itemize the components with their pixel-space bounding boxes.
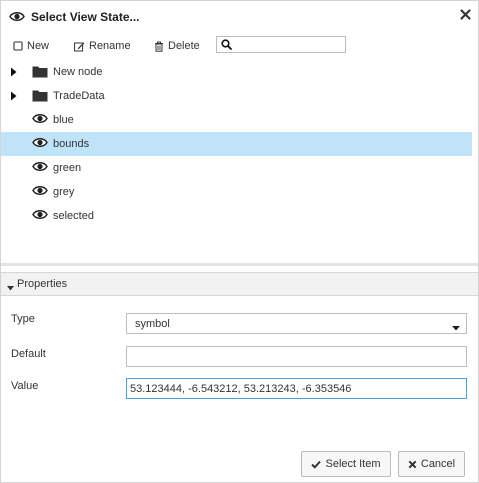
folder-icon bbox=[32, 89, 48, 105]
tree-item-tradedata[interactable]: TradeData bbox=[1, 84, 472, 108]
type-label: Type bbox=[11, 313, 35, 325]
eye-icon bbox=[9, 11, 25, 25]
type-select-value: symbol bbox=[135, 318, 170, 330]
expand-arrow-icon[interactable] bbox=[10, 91, 17, 104]
edit-icon bbox=[74, 42, 85, 51]
select-item-button[interactable]: Select Item bbox=[301, 451, 391, 477]
value-input[interactable] bbox=[127, 379, 466, 398]
dropdown-arrow-icon bbox=[452, 322, 460, 334]
tree-item-label: selected bbox=[53, 210, 94, 222]
select-view-state-dialog: Select View State... New Rename Delete N… bbox=[0, 0, 479, 483]
view-state-tree: New node TradeData blue bounds green gre… bbox=[1, 59, 478, 259]
select-item-label: Select Item bbox=[325, 458, 381, 470]
value-label: Value bbox=[11, 380, 39, 392]
eye-icon bbox=[32, 209, 48, 223]
new-file-icon bbox=[13, 41, 23, 51]
new-button[interactable]: New bbox=[13, 38, 49, 54]
type-select[interactable]: symbol bbox=[126, 313, 467, 334]
toolbar: New Rename Delete bbox=[1, 35, 478, 57]
eye-icon bbox=[32, 137, 48, 151]
expand-arrow-icon[interactable] bbox=[10, 67, 17, 80]
close-icon[interactable] bbox=[460, 9, 474, 23]
collapse-caret-icon bbox=[7, 282, 14, 294]
tree-item-label: TradeData bbox=[53, 90, 105, 102]
rename-button-label: Rename bbox=[89, 40, 131, 52]
eye-icon bbox=[32, 161, 48, 175]
tree-item-grey[interactable]: grey bbox=[1, 180, 472, 204]
folder-icon bbox=[32, 65, 48, 81]
tree-item-label: blue bbox=[53, 114, 74, 126]
delete-button[interactable]: Delete bbox=[154, 38, 200, 54]
search-box bbox=[216, 36, 346, 53]
default-field bbox=[126, 346, 467, 367]
dialog-title: Select View State... bbox=[31, 10, 140, 24]
tree-item-label: New node bbox=[53, 66, 103, 78]
tree-item-green[interactable]: green bbox=[1, 156, 472, 180]
cancel-label: Cancel bbox=[420, 458, 456, 470]
search-input[interactable] bbox=[235, 38, 343, 51]
delete-button-label: Delete bbox=[168, 40, 200, 52]
trash-icon bbox=[155, 41, 163, 52]
tree-item-label: green bbox=[53, 162, 82, 174]
check-icon bbox=[311, 460, 322, 469]
properties-section-header[interactable]: Properties bbox=[1, 272, 478, 296]
rename-button[interactable]: Rename bbox=[74, 38, 131, 54]
tree-item-new-node[interactable]: New node bbox=[1, 60, 472, 84]
panel-splitter[interactable] bbox=[1, 263, 478, 266]
cancel-button[interactable]: Cancel bbox=[398, 451, 465, 477]
properties-header-label: Properties bbox=[17, 278, 68, 290]
eye-icon bbox=[32, 113, 48, 127]
tree-item-selected[interactable]: selected bbox=[1, 204, 472, 228]
tree-item-blue[interactable]: blue bbox=[1, 108, 472, 132]
dialog-titlebar: Select View State... bbox=[1, 1, 478, 33]
close-icon bbox=[408, 460, 417, 468]
value-field bbox=[126, 378, 467, 399]
eye-icon bbox=[32, 185, 48, 199]
new-button-label: New bbox=[27, 40, 50, 52]
search-icon bbox=[221, 39, 232, 50]
tree-item-label: bounds bbox=[53, 138, 90, 150]
default-input[interactable] bbox=[127, 347, 466, 366]
tree-item-bounds[interactable]: bounds bbox=[1, 132, 472, 156]
default-label: Default bbox=[11, 348, 46, 360]
tree-item-label: grey bbox=[53, 186, 75, 198]
